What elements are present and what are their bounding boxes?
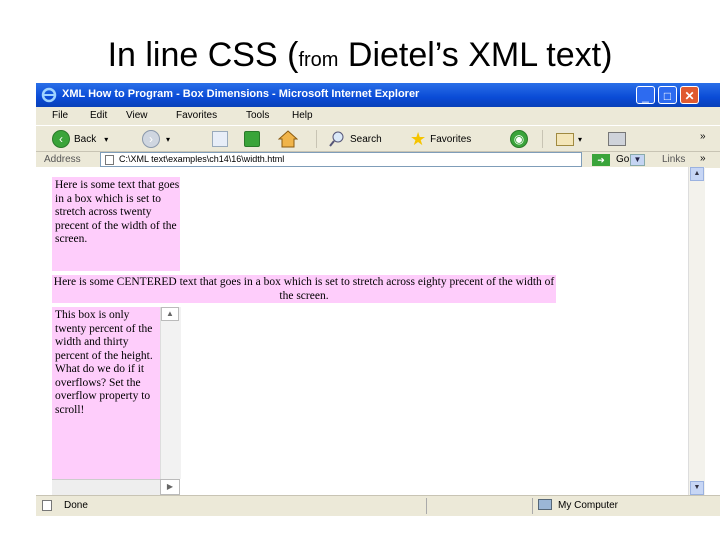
address-bar: Address C:\XML text\examples\ch14\16\wid… [36,151,720,168]
box-eighty-percent-centered: Here is some CENTERED text that goes in … [52,275,556,303]
minimize-button[interactable]: _ [636,86,655,104]
forward-button[interactable]: › ▾ [142,129,170,149]
media-icon: ◉ [510,130,528,148]
slide-title: In line CSS (from Dietel’s XML text) [0,36,720,75]
box-scrollable[interactable]: This box is only twenty percent of the w… [52,307,181,495]
refresh-button[interactable] [244,129,260,149]
stop-icon [212,131,228,147]
home-icon [278,130,298,148]
maximize-button[interactable]: □ [658,86,677,104]
address-label: Address [44,154,81,165]
address-dropdown-icon[interactable]: ▼ [630,154,645,166]
scroll-down-icon[interactable]: ▼ [690,481,704,495]
toolbar-separator-2 [542,130,543,148]
menu-bar: File Edit View Favorites Tools Help [36,107,720,125]
address-input[interactable]: C:\XML text\examples\ch14\16\width.html … [100,152,645,167]
slide-title-part1: In line CSS ( [107,36,299,74]
favorites-button[interactable]: ★ Favorites [410,129,471,149]
go-label: Go [616,154,630,165]
scroll-up-icon[interactable]: ▲ [690,167,704,181]
status-separator-2 [532,498,533,514]
mail-dropdown-icon: ▾ [578,134,583,144]
go-arrow-icon: ➜ [592,153,610,166]
computer-icon [538,499,552,510]
page-vertical-scrollbar[interactable]: ▲ ▼ [688,167,705,495]
search-label: Search [350,133,382,145]
box-twenty-percent: Here is some text that goes in a box whi… [52,177,180,271]
toolbar-separator [316,130,317,148]
search-icon [329,131,344,147]
print-icon [608,132,626,146]
menu-file[interactable]: File [52,110,68,121]
menu-tools[interactable]: Tools [246,110,269,121]
links-more[interactable]: » [700,153,706,164]
window-titlebar[interactable]: XML How to Program - Box Dimensions - Mi… [36,83,720,107]
print-button[interactable] [608,129,626,149]
address-value: C:\XML text\examples\ch14\16\width.html [119,154,285,164]
toolbar: ‹ Back ▾ › ▾ Search ★ Favorites ◉ ▾ » [36,125,720,152]
box3-scroll-right-icon[interactable]: ▶ [160,479,180,495]
mail-button[interactable]: ▾ [556,129,582,149]
slide-title-part2: from [298,49,339,71]
forward-arrow-icon: › [142,130,160,148]
box3-text: This box is only twenty percent of the w… [55,309,153,416]
back-arrow-icon: ‹ [52,130,70,148]
page-icon [105,155,114,165]
status-separator [426,498,427,514]
favorites-label: Favorites [430,133,472,145]
back-label: Back [74,133,97,145]
search-button[interactable]: Search [328,129,382,149]
window-title: XML How to Program - Box Dimensions - Mi… [62,88,420,100]
slide-title-part3: Dietel’s XML text) [338,36,613,74]
box3-inner: This box is only twenty percent of the w… [55,309,160,479]
links-button[interactable]: Links [662,154,685,165]
status-page-icon [42,500,52,511]
media-button[interactable]: ◉ [510,129,528,149]
status-text: Done [64,500,88,511]
ie-logo-icon [41,87,57,103]
back-dropdown-icon: ▾ [104,134,109,144]
go-button[interactable]: ➜ Go [592,152,629,167]
toolbar-more[interactable]: » [700,131,706,142]
forward-dropdown-icon: ▾ [166,134,171,144]
home-button[interactable] [278,129,298,149]
status-bar: Done My Computer [36,495,720,516]
box1-text: Here is some text that goes in a box whi… [55,179,180,245]
box3-vertical-scrollbar[interactable] [160,307,181,479]
box3-scroll-up-icon[interactable]: ▲ [161,307,179,321]
page-content: Here is some text that goes in a box whi… [36,167,688,495]
menu-favorites[interactable]: Favorites [176,110,217,121]
star-icon: ★ [410,128,427,149]
close-button[interactable]: ✕ [680,86,699,104]
mail-icon [556,132,574,146]
stop-button[interactable] [212,129,228,149]
refresh-icon [244,131,260,147]
browser-window: XML How to Program - Box Dimensions - Mi… [36,83,720,516]
status-zone: My Computer [558,500,619,511]
back-button[interactable]: ‹ Back ▾ [52,129,108,149]
menu-help[interactable]: Help [292,110,313,121]
menu-view[interactable]: View [126,110,148,121]
menu-edit[interactable]: Edit [90,110,107,121]
box2-text: Here is some CENTERED text that goes in … [53,276,555,302]
